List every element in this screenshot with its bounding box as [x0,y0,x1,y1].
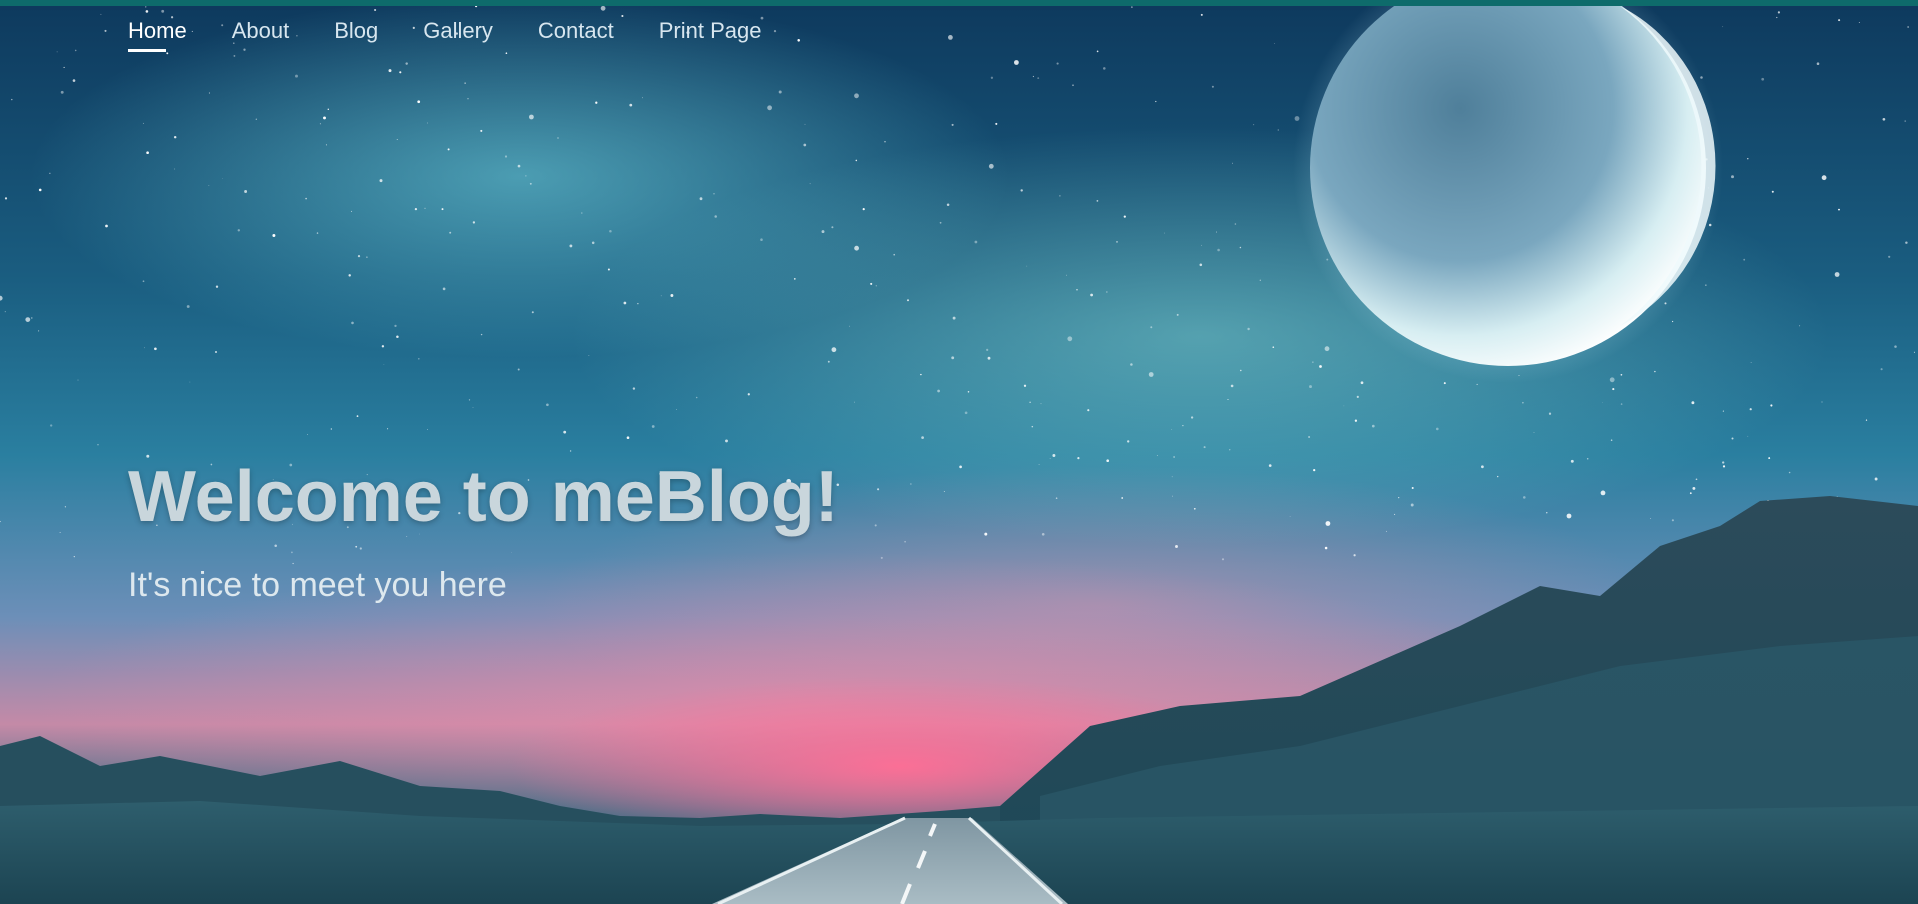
landscape-scene [0,6,1918,904]
nav-item-contact[interactable]: Contact [538,18,614,52]
nav-item-about[interactable]: About [232,18,290,52]
nav-item-blog[interactable]: Blog [334,18,378,52]
nav-item-gallery[interactable]: Gallery [423,18,493,52]
hero-subtitle: It's nice to meet you here [128,566,507,604]
hero-background: Home About Blog Gallery Contact Print Page We… [0,6,1918,904]
main-nav: Home About Blog Gallery Contact Print Page [128,18,806,52]
top-accent-bar [0,0,1918,6]
moon-graphic [1293,6,1723,383]
hero-title: Welcome to meBlog! [128,457,839,537]
nav-item-print-page[interactable]: Print Page [659,18,762,52]
nav-item-home[interactable]: Home [128,18,187,52]
